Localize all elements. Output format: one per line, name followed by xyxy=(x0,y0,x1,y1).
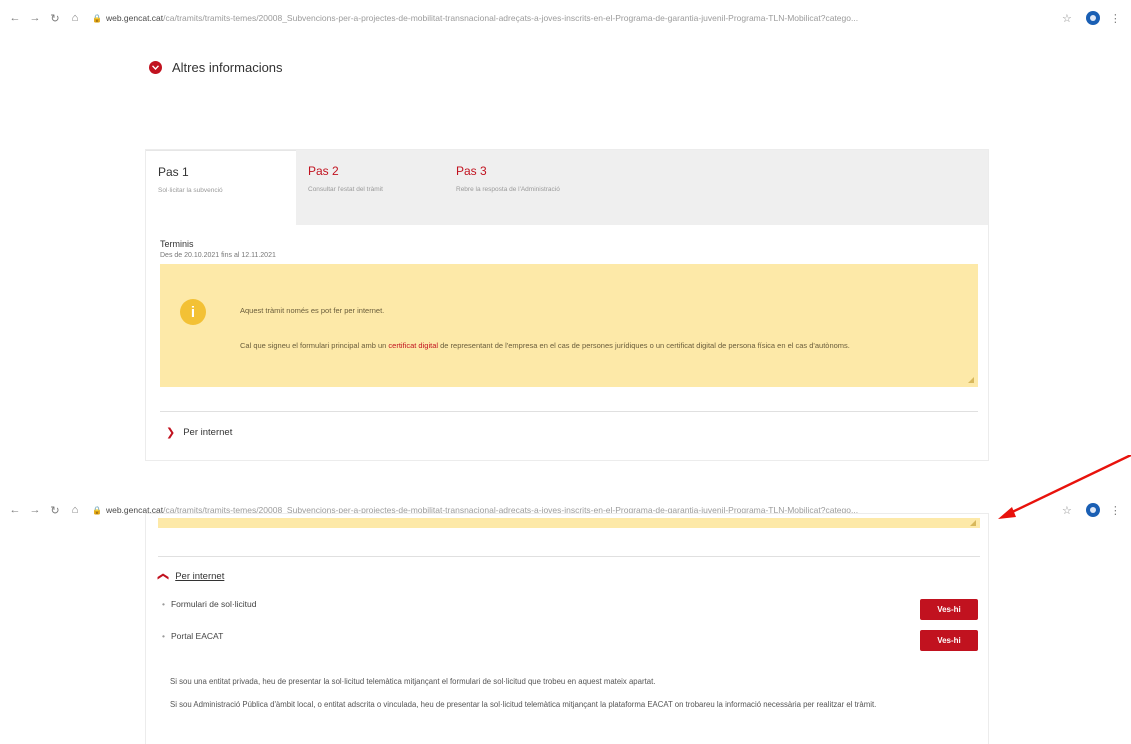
list-item: • Portal EACAT xyxy=(162,631,224,641)
info-line-1: Aquest tràmit només es pot fer per inter… xyxy=(240,306,385,315)
info-line-2: Cal que signeu el formulari principal am… xyxy=(240,336,940,356)
formulari-label: Formulari de sol·licitud xyxy=(170,599,257,609)
certificat-digital-link[interactable]: certificat digital xyxy=(388,341,438,350)
section-title: Altres informacions xyxy=(172,60,283,75)
terminis-value: Des de 20.10.2021 fins al 12.11.2021 xyxy=(160,252,276,259)
per-internet-toggle-open[interactable]: ❯ Per internet xyxy=(157,570,225,583)
url-domain: web.gencat.cat xyxy=(105,13,164,23)
tab-desc: Rebre la resposta de l'Administració xyxy=(456,186,560,193)
tab-pas-1[interactable]: Pas 1 Sol·licitar la subvenció xyxy=(146,150,296,225)
info-text-b: de representant de l'empresa en el cas d… xyxy=(438,341,850,350)
home-icon[interactable]: ⌂ xyxy=(68,11,82,25)
profile-icon[interactable] xyxy=(1085,11,1100,25)
home-icon[interactable]: ⌂ xyxy=(68,503,82,517)
list-item: • Formulari de sol·licitud xyxy=(162,599,257,609)
ves-hi-eacat-button[interactable]: Ves-hi xyxy=(920,630,978,651)
paragraph-entitat-privada: Si sou una entitat privada, heu de prese… xyxy=(170,677,656,686)
tab-name: Pas 2 xyxy=(308,164,339,178)
tab-pas-2[interactable]: Pas 2 Consultar l'estat del tràmit xyxy=(296,150,444,225)
kebab-icon[interactable]: ⋮ xyxy=(1110,12,1121,25)
tab-pas-3[interactable]: Pas 3 Rebre la resposta de l'Administrac… xyxy=(444,150,988,225)
chevron-down-icon xyxy=(149,61,162,74)
steps-tabs: Pas 1 Sol·licitar la subvenció Pas 2 Con… xyxy=(146,150,988,225)
address-bar[interactable]: 🔒 web.gencat.cat /ca/tramits/tramits-tem… xyxy=(92,7,1052,29)
reload-icon[interactable]: ↻ xyxy=(48,503,62,517)
per-internet-label: Per internet xyxy=(175,571,225,582)
lock-icon: 🔒 xyxy=(92,505,102,515)
eacat-label: Portal EACAT xyxy=(170,631,224,641)
url-path: /ca/tramits/tramits-temes/20008_Subvenci… xyxy=(163,13,859,23)
back-icon[interactable]: ← xyxy=(8,503,22,517)
back-icon[interactable]: ← xyxy=(8,11,22,25)
info-box-bottom-edge xyxy=(158,518,980,528)
tab-desc: Consultar l'estat del tràmit xyxy=(308,186,383,193)
chevron-down-icon: ❯ xyxy=(166,427,176,439)
browser-toolbar: ← → ↻ ⌂ 🔒 web.gencat.cat /ca/tramits/tra… xyxy=(0,3,1131,33)
altres-informacions-toggle[interactable]: Altres informacions xyxy=(149,60,283,75)
tramit-card: Pas 1 Sol·licitar la subvenció Pas 2 Con… xyxy=(146,150,988,460)
lock-icon: 🔒 xyxy=(92,13,102,23)
tab-desc: Sol·licitar la subvenció xyxy=(158,187,223,194)
star-icon[interactable]: ☆ xyxy=(1062,12,1072,25)
paragraph-administracio: Si sou Administració Pública d'àmbit loc… xyxy=(170,700,877,709)
corner-fold xyxy=(968,377,974,383)
ves-hi-formulari-button[interactable]: Ves-hi xyxy=(920,599,978,620)
divider xyxy=(160,411,978,412)
divider xyxy=(158,556,980,557)
terminis-title: Terminis xyxy=(160,239,194,249)
annotation-arrow xyxy=(998,455,1131,519)
reload-icon[interactable]: ↻ xyxy=(48,11,62,25)
info-icon: i xyxy=(180,299,206,325)
forward-icon[interactable]: → xyxy=(28,11,42,25)
forward-icon[interactable]: → xyxy=(28,503,42,517)
info-text-a: Cal que signeu el formulari principal am… xyxy=(240,341,389,350)
tab-name: Pas 3 xyxy=(456,164,487,178)
tab-name: Pas 1 xyxy=(158,165,189,179)
info-box: i Aquest tràmit només es pot fer per int… xyxy=(160,264,978,387)
per-internet-toggle[interactable]: ❯ Per internet xyxy=(166,426,232,439)
per-internet-label: Per internet xyxy=(183,427,233,438)
chevron-up-icon: ❯ xyxy=(157,571,170,582)
